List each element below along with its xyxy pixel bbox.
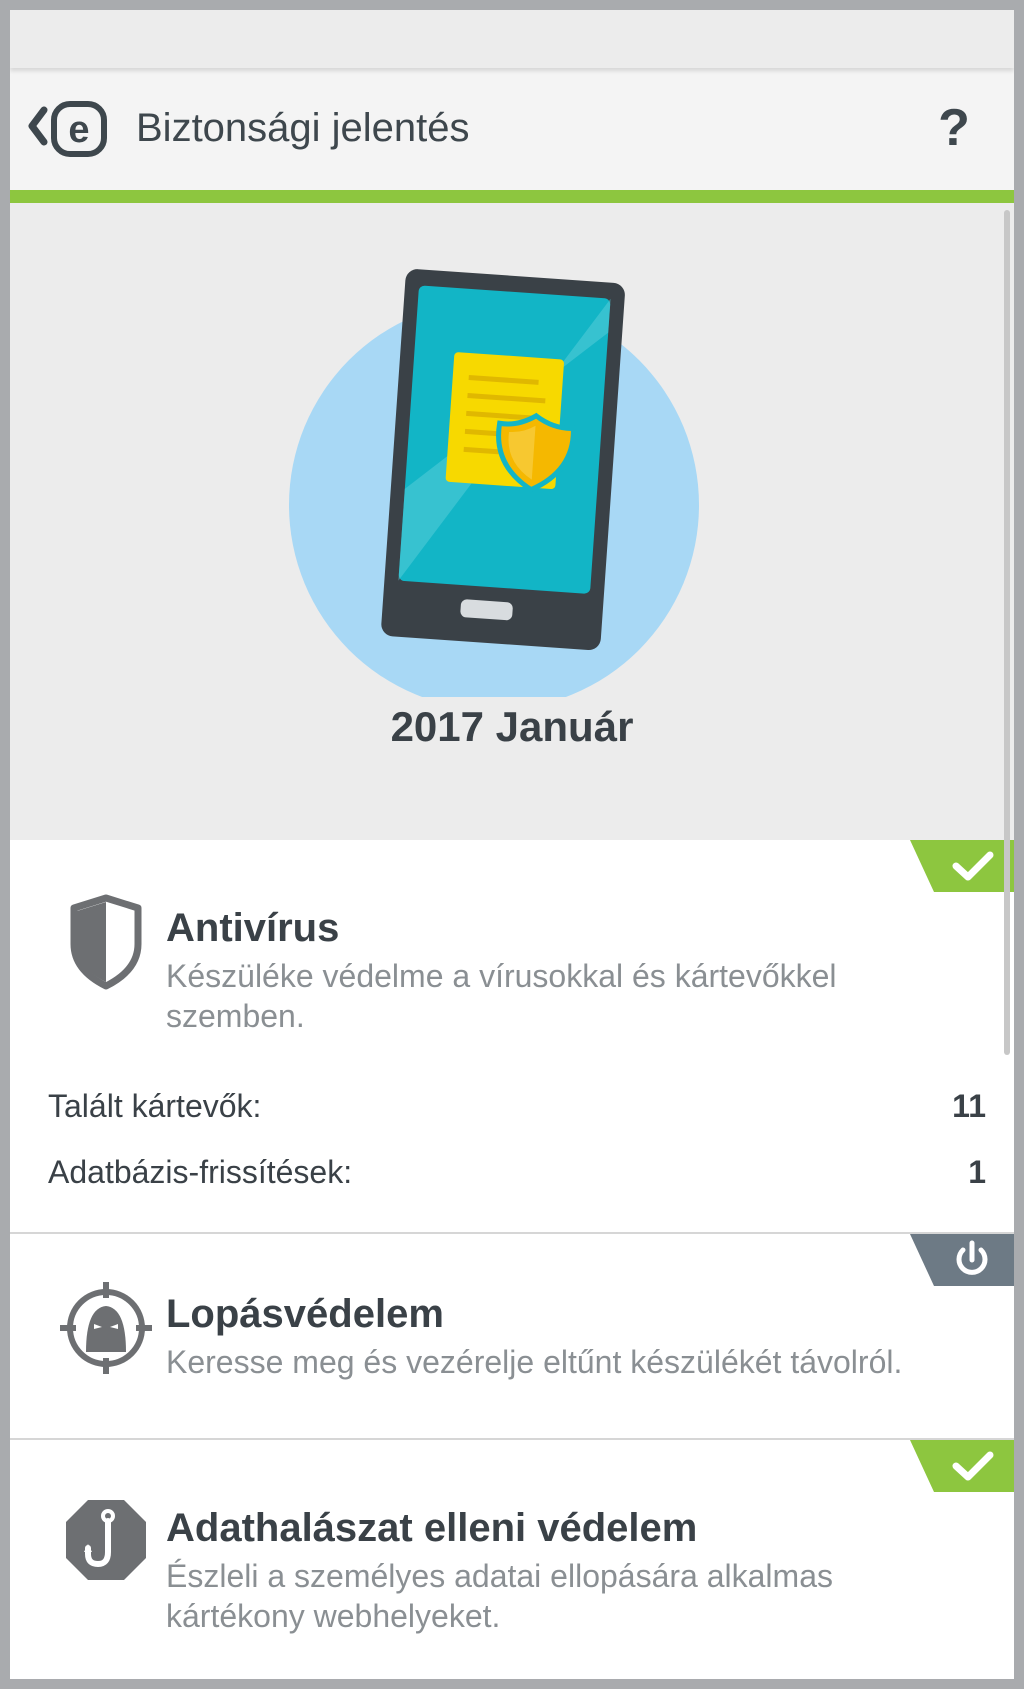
scrollbar[interactable] bbox=[1004, 210, 1010, 1055]
thief-target-icon bbox=[60, 1282, 152, 1374]
antitheft-card[interactable]: Lopásvédelem Keresse meg és vezérelje el… bbox=[10, 1234, 1014, 1438]
status-ok-badge bbox=[910, 840, 1014, 892]
antitheft-title: Lopásvédelem bbox=[166, 1292, 444, 1336]
hook-octagon-icon bbox=[66, 1500, 146, 1580]
chevron-left-icon bbox=[28, 106, 48, 146]
app-bar: e Biztonsági jelentés ? bbox=[10, 68, 1014, 190]
help-button[interactable]: ? bbox=[924, 98, 984, 158]
stat-label: Talált kártevők: bbox=[48, 1088, 262, 1124]
antivirus-shield-icon bbox=[70, 894, 142, 990]
stat-value: 1 bbox=[968, 1154, 986, 1190]
antiphishing-title: Adathalászat elleni védelem bbox=[166, 1506, 698, 1550]
antiphishing-description: Észleli a személyes adatai ellopására al… bbox=[166, 1558, 833, 1634]
accent-line bbox=[10, 190, 1014, 203]
antivirus-title: Antivírus bbox=[166, 906, 340, 950]
antiphishing-card[interactable]: Adathalászat elleni védelem Észleli a sz… bbox=[10, 1440, 1014, 1679]
svg-text:e: e bbox=[68, 109, 89, 151]
back-button[interactable]: e bbox=[24, 98, 112, 160]
stat-row-db-updates: Adatbázis-frissítések: 1 bbox=[48, 1154, 986, 1198]
page-title: Biztonsági jelentés bbox=[136, 106, 470, 150]
report-hero: 2017 Január bbox=[10, 203, 1014, 840]
stat-value: 11 bbox=[952, 1088, 986, 1124]
status-bar bbox=[10, 10, 1014, 68]
stat-label: Adatbázis-frissítések: bbox=[48, 1154, 353, 1190]
stat-row-found-malware: Talált kártevők: 11 bbox=[48, 1088, 986, 1132]
eset-logo: e bbox=[51, 101, 107, 157]
report-date: 2017 Január bbox=[390, 703, 634, 750]
app-screen: e Biztonsági jelentés ? 2017 Január Anti… bbox=[10, 10, 1014, 1679]
status-ok-badge bbox=[910, 1440, 1014, 1492]
antivirus-description: Készüléke védelme a vírusokkal és kártev… bbox=[166, 958, 837, 1034]
phone-report-illustration bbox=[289, 269, 699, 697]
status-off-badge bbox=[910, 1234, 1014, 1286]
antitheft-description: Keresse meg és vezérelje eltűnt készülék… bbox=[166, 1344, 903, 1380]
antivirus-card[interactable]: Antivírus Készüléke védelme a vírusokkal… bbox=[10, 840, 1014, 1232]
